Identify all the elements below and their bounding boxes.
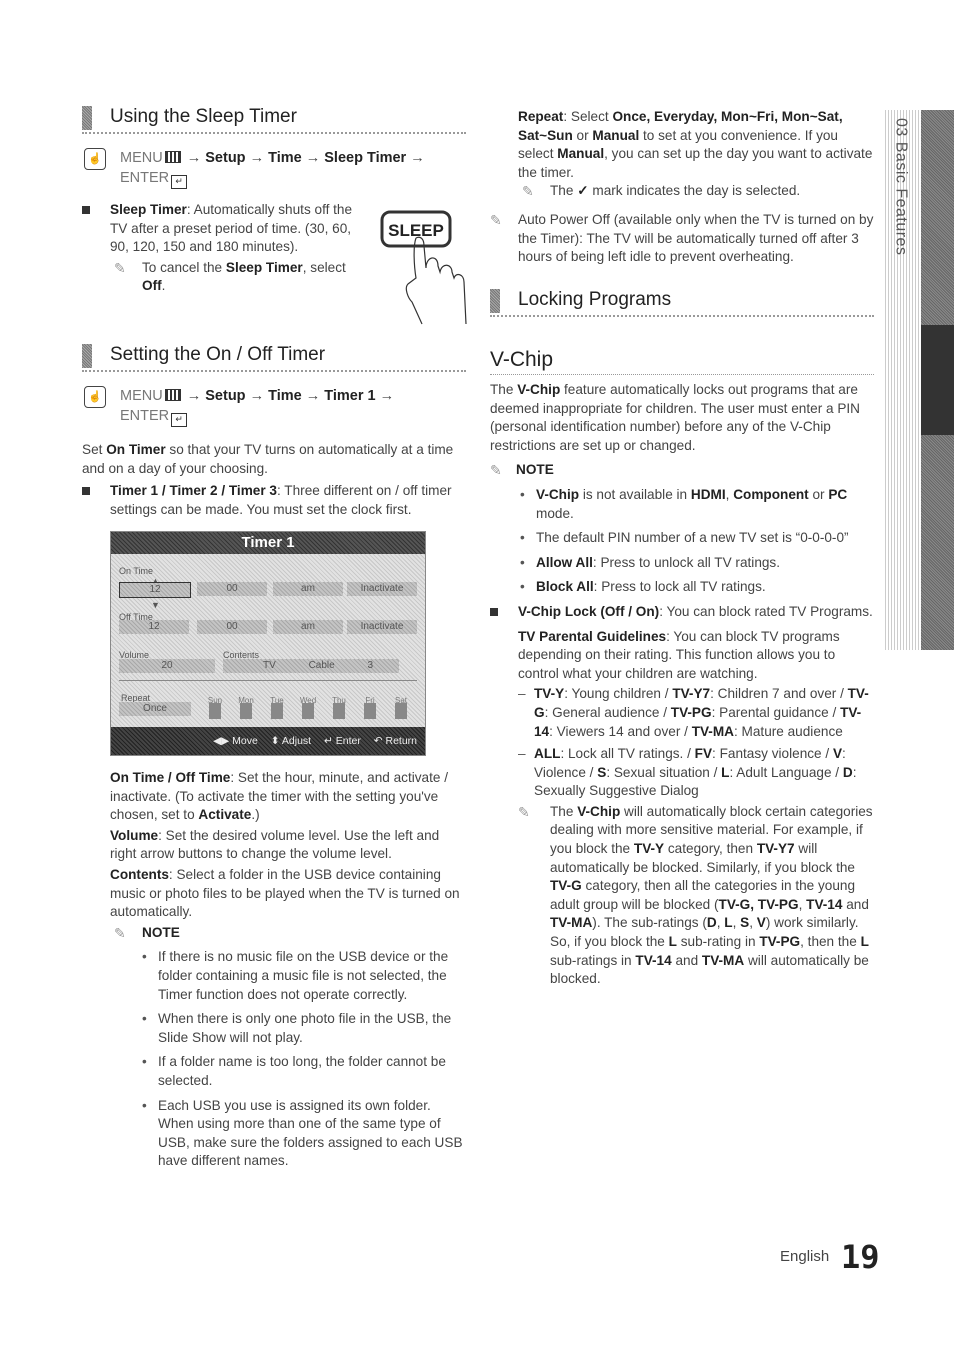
- desc-volume: Volume: Set the desired volume level. Us…: [110, 827, 440, 862]
- osd-off-minute: 00: [197, 620, 267, 634]
- note-item: If there is no music file on the USB dev…: [138, 948, 466, 1004]
- osd-on-time-label: On Time: [119, 566, 154, 576]
- note-item: Block All: Press to lock all TV ratings.: [516, 578, 874, 597]
- remote-hand-icon: ☝: [84, 386, 106, 408]
- pencil-note-icon: ✎: [114, 924, 126, 941]
- section-title: Using the Sleep Timer: [110, 106, 297, 127]
- note-item: When there is only one photo file in the…: [138, 1010, 466, 1047]
- sleep-button-illustration: SLEEP: [380, 210, 467, 325]
- ratings-list: TV-Y: Young children / TV-Y7: Children 7…: [518, 685, 874, 741]
- bullet-square-icon: [490, 607, 498, 616]
- sleep-button-label: SLEEP: [388, 221, 444, 240]
- osd-off-ampm: am: [273, 620, 343, 634]
- remote-hand-icon: ☝: [84, 148, 106, 170]
- osd-day-checkbox: [209, 703, 221, 719]
- check-mark-icon: ✓: [577, 183, 589, 199]
- language-label: English: [780, 1248, 830, 1266]
- vchip-intro: The V-Chip feature automatically locks o…: [490, 382, 860, 453]
- page-footer: English 19: [780, 1241, 880, 1273]
- osd-adjust-hint: ⬍ Adjust: [270, 735, 312, 747]
- desc-contents: Contents: Select a folder in the USB dev…: [110, 866, 460, 920]
- osd-day-checkbox: [240, 703, 252, 719]
- note-item: Allow All: Press to unlock all TV rating…: [516, 554, 874, 573]
- bullet-square-icon: [82, 206, 90, 214]
- vchip-note-heading: ✎ NOTE: [490, 462, 554, 479]
- heading-bar-icon: [490, 288, 500, 313]
- timer-descriptions: On Time / Off Time: Set the hour, minute…: [110, 769, 466, 1171]
- pencil-note-icon: ✎: [114, 259, 126, 276]
- vchip-title-row: V-Chip: [490, 346, 874, 375]
- heading-bar-icon: [82, 344, 92, 368]
- menu-path: ☝ MENU → Setup → Time → Timer 1 → ENTER ↵: [82, 386, 430, 427]
- pencil-note-icon: ✎: [522, 183, 534, 200]
- on-timer-intro: Set On Timer so that your TV turns on au…: [82, 442, 454, 476]
- note-item: If a folder name is too long, the folder…: [138, 1053, 466, 1090]
- timer-item: Timer 1 / Timer 2 / Timer 3: Three diffe…: [82, 482, 466, 519]
- osd-move-hint: ◀▶ Move: [213, 735, 258, 747]
- osd-off-activate: Inactivate: [347, 620, 417, 634]
- osd-on-minute: 00: [197, 582, 267, 596]
- note-item: Each USB you use is assigned its own fol…: [138, 1097, 466, 1171]
- osd-repeat-value: Once: [119, 702, 191, 716]
- osd-off-hour: 12: [119, 620, 189, 634]
- page-number: 19: [840, 1238, 880, 1277]
- right-column: Repeat: Select Once, Everyday, Mon~Fri, …: [490, 108, 874, 317]
- sleep-timer-item: Sleep Timer: Automatically shuts off the…: [82, 201, 370, 296]
- vchip-final-note: ✎ The V-Chip will automatically block ce…: [518, 803, 874, 989]
- chapter-label: 03 Basic Features: [892, 118, 910, 256]
- pencil-note-icon: ✎: [490, 462, 502, 479]
- osd-on-ampm: am: [273, 582, 343, 596]
- section-heading-on-off-timer: Setting the On / Off Timer: [82, 342, 466, 372]
- osd-footer: ◀▶ Move ⬍ Adjust ↵ Enter ↶ Return: [111, 727, 425, 755]
- osd-day-checkbox: [271, 703, 283, 719]
- heading-bar-icon: [82, 106, 92, 130]
- desc-on-off-time: On Time / Off Time: Set the hour, minute…: [110, 770, 448, 823]
- osd-day-checkbox: [333, 703, 345, 719]
- pencil-note-icon: ✎: [490, 211, 502, 228]
- osd-day-checkbox: [395, 703, 407, 719]
- enter-icon: ↵: [171, 413, 188, 427]
- timer-osd-screenshot: Timer 1 On Time ▲ 12 00 am Inactivate ▼ …: [110, 531, 426, 756]
- auto-power-off-note: ✎ Auto Power Off (available only when th…: [490, 211, 874, 265]
- parental-guidelines: TV Parental Guidelines: You can block TV…: [518, 628, 840, 681]
- subratings-list: ALL: Lock all TV ratings. / FV: Fantasy …: [518, 745, 874, 801]
- osd-day-checkbox: [302, 703, 314, 719]
- enter-icon: ↵: [171, 175, 188, 189]
- osd-contents-value: TV Cable 3: [223, 659, 399, 673]
- left-column-2: Setting the On / Off Timer ☝ MENU → Setu…: [82, 342, 466, 519]
- osd-enter-hint: ↵ Enter: [324, 735, 361, 747]
- osd-return-hint: ↶ Return: [373, 735, 417, 747]
- vchip-section: V-Chip The V-Chip feature automatically …: [490, 346, 874, 989]
- repeat-desc: Repeat: Select Once, Everyday, Mon~Fri, …: [518, 109, 873, 180]
- note-item: V-Chip is not available in HDMI, Compone…: [516, 486, 874, 523]
- check-mark-note: ✎ The ✓ mark indicates the day is select…: [522, 183, 801, 200]
- note-heading: ✎ NOTE: [114, 924, 180, 941]
- section-heading-sleep-timer: Using the Sleep Timer: [82, 104, 466, 134]
- section-heading-locking-programs: Locking Programs: [490, 287, 874, 317]
- vchip-title: V-Chip: [490, 348, 554, 371]
- chapter-side-tab: 03 Basic Features: [885, 110, 954, 650]
- sleep-note: ✎ To cancel the Sleep Timer, select Off.: [114, 259, 346, 294]
- section-title: Setting the On / Off Timer: [110, 344, 326, 365]
- vchip-lock-item: V-Chip Lock (Off / On): You can block ra…: [490, 603, 874, 989]
- final-note-text: The V-Chip will automatically block cert…: [550, 803, 873, 987]
- osd-title: Timer 1: [111, 532, 425, 554]
- osd-divider: [119, 680, 417, 681]
- note-item: The default PIN number of a new TV set i…: [516, 529, 874, 548]
- menu-icon: [164, 151, 181, 163]
- osd-volume-value: 20: [119, 659, 215, 673]
- osd-on-activate: Inactivate: [347, 582, 417, 596]
- section-title: Locking Programs: [518, 288, 672, 310]
- osd-day-checkbox: [364, 703, 376, 719]
- note-list: If there is no music file on the USB dev…: [110, 948, 466, 1171]
- menu-path: ☝ MENU → Setup → Time → Sleep Timer → EN…: [82, 148, 430, 189]
- pencil-note-icon: ✎: [518, 803, 530, 820]
- bullet-square-icon: [82, 487, 90, 496]
- menu-icon: [164, 389, 181, 401]
- vchip-note-list: V-Chip is not available in HDMI, Compone…: [490, 486, 874, 597]
